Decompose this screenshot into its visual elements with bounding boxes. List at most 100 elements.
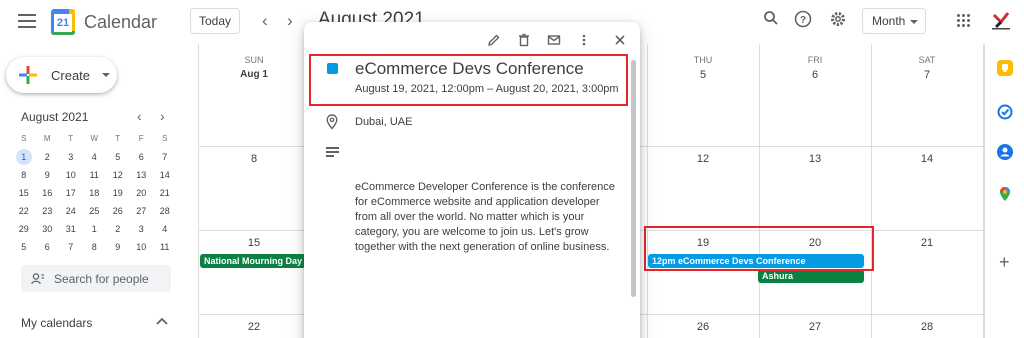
- mini-day[interactable]: 2: [106, 220, 130, 238]
- mini-prev-month-button[interactable]: ‹: [137, 108, 142, 124]
- mini-day[interactable]: 28: [153, 202, 177, 220]
- mini-day[interactable]: 27: [130, 202, 154, 220]
- mini-day[interactable]: 25: [83, 202, 107, 220]
- contacts-icon[interactable]: [997, 144, 1013, 160]
- day-number[interactable]: 28: [871, 321, 983, 333]
- day-number[interactable]: 8: [198, 153, 310, 165]
- mini-day[interactable]: 19: [106, 184, 130, 202]
- mini-day[interactable]: 18: [83, 184, 107, 202]
- mini-day[interactable]: 15: [12, 184, 36, 202]
- mini-day[interactable]: 30: [36, 220, 60, 238]
- mini-day[interactable]: 29: [12, 220, 36, 238]
- mini-calendar-week: 22 23 24 25 26 27 28: [12, 202, 177, 220]
- mini-day[interactable]: 9: [36, 166, 60, 184]
- keep-icon[interactable]: [997, 60, 1013, 76]
- day-number[interactable]: 26: [647, 321, 759, 333]
- day-number[interactable]: 13: [759, 153, 871, 165]
- mini-day[interactable]: 3: [59, 148, 83, 166]
- mini-day[interactable]: 31: [59, 220, 83, 238]
- event-ashura[interactable]: Ashura: [758, 269, 864, 283]
- mini-day[interactable]: 7: [59, 238, 83, 256]
- apps-grid-icon[interactable]: [957, 14, 971, 28]
- mini-day[interactable]: 5: [106, 148, 130, 166]
- search-people-input[interactable]: Search for people: [21, 265, 171, 292]
- mini-day[interactable]: 10: [59, 166, 83, 184]
- mini-day[interactable]: 24: [59, 202, 83, 220]
- create-label: Create: [51, 68, 91, 83]
- mini-day[interactable]: 13: [130, 166, 154, 184]
- popup-scrollbar[interactable]: [631, 60, 636, 297]
- day-number[interactable]: 22: [198, 321, 310, 333]
- mini-day[interactable]: 6: [130, 148, 154, 166]
- event-title: eCommerce Devs Conference: [355, 59, 584, 78]
- day-number[interactable]: 15: [198, 237, 310, 249]
- day-number[interactable]: 7: [871, 69, 983, 81]
- more-options-icon[interactable]: [576, 33, 592, 49]
- day-number[interactable]: 14: [871, 153, 983, 165]
- mini-weekday: T: [115, 134, 121, 143]
- day-number[interactable]: 12: [647, 153, 759, 165]
- create-button[interactable]: Create: [6, 57, 117, 93]
- mini-day[interactable]: 22: [12, 202, 36, 220]
- mini-day[interactable]: 8: [83, 238, 107, 256]
- mini-weekday: T: [68, 134, 74, 143]
- mini-day[interactable]: 9: [106, 238, 130, 256]
- mini-day[interactable]: 20: [130, 184, 154, 202]
- mini-calendar-week: 5 6 7 8 9 10 11: [12, 238, 177, 256]
- search-icon[interactable]: [761, 10, 781, 30]
- day-number[interactable]: 21: [871, 237, 983, 249]
- day-number[interactable]: 6: [759, 69, 871, 81]
- mini-day[interactable]: 6: [36, 238, 60, 256]
- mini-day[interactable]: 3: [130, 220, 154, 238]
- mini-day[interactable]: 16: [36, 184, 60, 202]
- calendar-logo-icon[interactable]: 21: [51, 9, 75, 35]
- mini-day[interactable]: 23: [36, 202, 60, 220]
- add-icon[interactable]: +: [999, 252, 1010, 273]
- mini-day[interactable]: 21: [153, 184, 177, 202]
- edit-icon[interactable]: [486, 33, 502, 49]
- prev-period-button[interactable]: ‹: [262, 11, 268, 31]
- mini-day[interactable]: 12: [106, 166, 130, 184]
- mini-day[interactable]: 11: [153, 238, 177, 256]
- mini-day[interactable]: 2: [36, 148, 60, 166]
- help-icon[interactable]: ?: [793, 10, 813, 30]
- mini-day[interactable]: 11: [83, 166, 107, 184]
- close-icon[interactable]: [612, 33, 628, 49]
- maps-icon[interactable]: [997, 186, 1013, 202]
- view-select[interactable]: Month: [862, 8, 926, 34]
- account-avatar[interactable]: [990, 11, 1012, 31]
- today-button[interactable]: Today: [190, 8, 240, 34]
- mini-day[interactable]: 4: [153, 220, 177, 238]
- tasks-icon[interactable]: [997, 104, 1013, 120]
- mini-day[interactable]: 14: [153, 166, 177, 184]
- email-icon[interactable]: [546, 33, 562, 49]
- mini-day[interactable]: 10: [130, 238, 154, 256]
- settings-icon[interactable]: [828, 10, 848, 30]
- menu-icon[interactable]: [18, 14, 36, 28]
- chevron-down-icon: [102, 73, 110, 77]
- mini-day[interactable]: 5: [12, 238, 36, 256]
- day-number[interactable]: 27: [759, 321, 871, 333]
- mini-day[interactable]: 8: [12, 166, 36, 184]
- mini-weekday: W: [90, 134, 99, 143]
- mini-day[interactable]: 1: [83, 220, 107, 238]
- mini-weekday: S: [21, 134, 27, 143]
- delete-icon[interactable]: [516, 33, 532, 49]
- mini-calendar-week: 15 16 17 18 19 20 21: [12, 184, 177, 202]
- mini-calendar-weekdays: S M T W T F S: [12, 130, 177, 148]
- day-number[interactable]: 5: [647, 69, 759, 81]
- next-period-button[interactable]: ›: [287, 11, 293, 31]
- chevron-down-icon: [910, 20, 918, 24]
- my-calendars-heading[interactable]: My calendars: [21, 316, 92, 330]
- mini-day[interactable]: 17: [59, 184, 83, 202]
- mini-day[interactable]: 4: [83, 148, 107, 166]
- mini-day[interactable]: 26: [106, 202, 130, 220]
- mini-day[interactable]: 7: [153, 148, 177, 166]
- chevron-up-icon[interactable]: [156, 313, 168, 328]
- mini-day-label: 1: [15, 149, 32, 165]
- day-number[interactable]: Aug 1: [198, 69, 310, 80]
- mini-day-today[interactable]: 1: [12, 148, 36, 166]
- event-national-mourning-day[interactable]: National Mourning Day: [200, 254, 306, 268]
- mini-next-month-button[interactable]: ›: [160, 108, 165, 124]
- mini-weekday: M: [43, 134, 51, 143]
